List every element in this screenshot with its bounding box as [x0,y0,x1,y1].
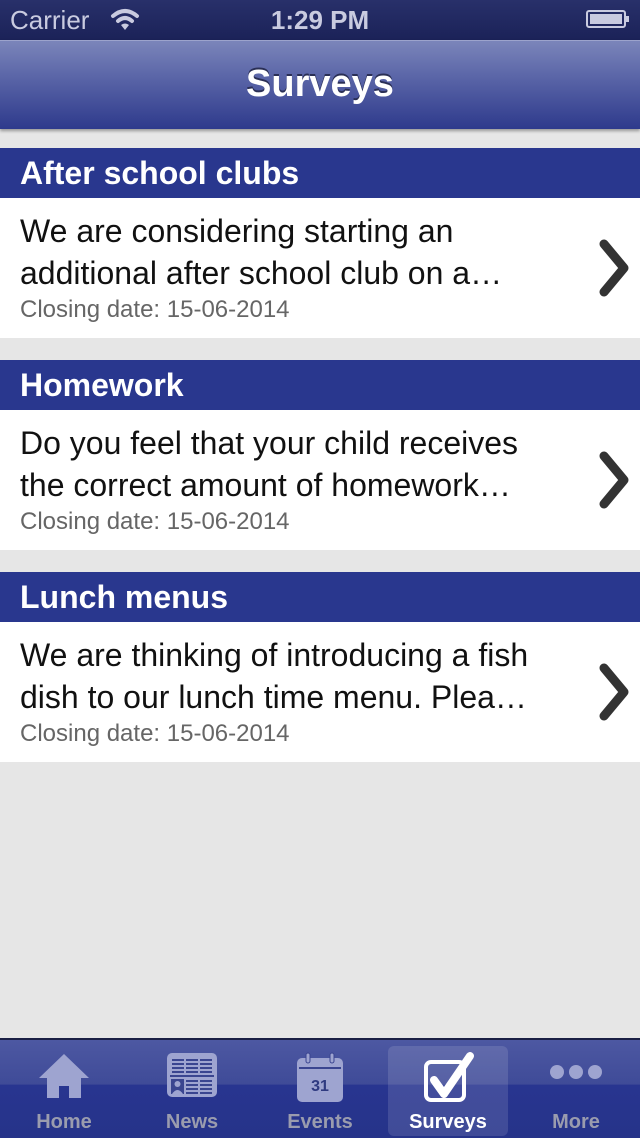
tab-label: More [552,1111,600,1133]
survey-description: We are thinking of introducing a fish di… [20,637,529,715]
chevron-right-icon[interactable] [598,660,630,724]
tab-label: News [165,1111,219,1133]
survey-item[interactable]: After school clubs We are considering st… [0,148,640,338]
home-icon [39,1054,89,1098]
closing-date: Closing date: 15-06-2014 [20,720,290,747]
survey-item[interactable]: Lunch menus We are thinking of introduci… [0,572,640,762]
tab-surveys[interactable]: Surveys [386,1040,510,1138]
clock: 1:29 PM [270,5,370,35]
page-title: Surveys [246,63,394,105]
chevron-right-icon[interactable] [598,236,630,300]
tab-bar: Home News 31 Events Surveys More [0,1038,640,1138]
tab-label: Home [36,1111,92,1133]
survey-title: After school clubs [0,148,640,198]
survey-row[interactable]: We are thinking of introducing a fish di… [0,622,640,762]
status-bar: Carrier 1:29 PM [0,0,640,40]
tab-label: Events [287,1111,353,1133]
chevron-right-icon[interactable] [598,448,630,512]
checkbox-icon [424,1052,474,1102]
survey-title: Homework [0,360,640,410]
tab-more[interactable]: More [512,1040,640,1138]
closing-date: Closing date: 15-06-2014 [20,296,290,323]
survey-description: We are considering starting an additiona… [20,213,503,291]
calendar-icon: 31 [297,1052,343,1102]
tab-news[interactable]: News [128,1040,256,1138]
survey-description: Do you feel that your child receives the… [20,425,519,503]
survey-title: Lunch menus [0,572,640,622]
closing-date: Closing date: 15-06-2014 [20,508,290,535]
newspaper-icon [167,1053,217,1097]
survey-row[interactable]: Do you feel that your child receives the… [0,410,640,550]
tab-home[interactable]: Home [0,1040,128,1138]
tab-events[interactable]: 31 Events [256,1040,384,1138]
calendar-day: 31 [311,1078,329,1095]
survey-row[interactable]: We are considering starting an additiona… [0,198,640,338]
more-icon [550,1065,602,1079]
navigation-bar: Surveys [0,40,640,129]
survey-item[interactable]: Homework Do you feel that your child rec… [0,360,640,550]
tab-label: Surveys [409,1111,487,1133]
battery-icon [586,10,629,28]
